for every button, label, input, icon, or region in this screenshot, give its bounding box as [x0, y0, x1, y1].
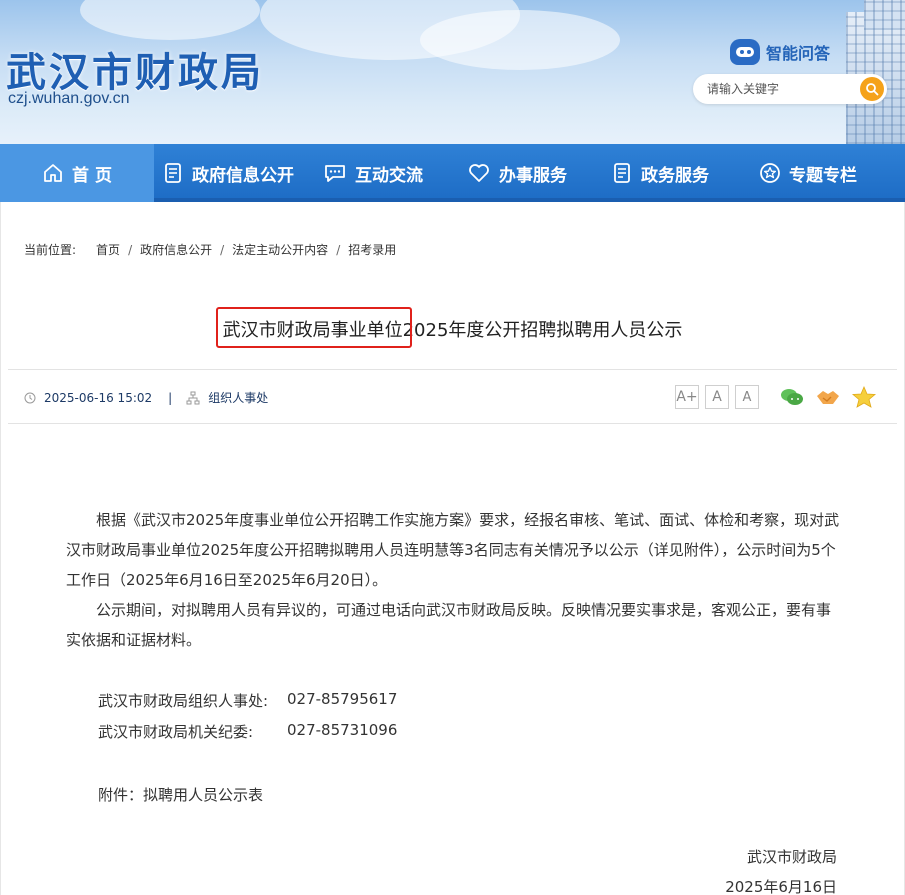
breadcrumb-prefix: 当前位置: [24, 243, 77, 257]
font-size-label: A+ [676, 389, 698, 405]
breadcrumb-separator: / [220, 242, 225, 257]
contact-label: 武汉市财政局机关纪委: [98, 723, 254, 741]
font-size-decrease-button[interactable]: A [735, 385, 759, 409]
nav-label: 专题专栏 [789, 165, 857, 186]
document-icon [614, 163, 630, 183]
publish-date: 2025-06-16 15:02 [44, 390, 153, 405]
org-chart-icon [186, 391, 200, 404]
header-cloud [420, 10, 620, 70]
nav-label: 互动交流 [355, 165, 423, 186]
favorite-star-icon[interactable] [851, 386, 877, 408]
clock-icon [24, 392, 36, 403]
nav-item-services[interactable]: 办事服务 [467, 144, 567, 202]
nav-label: 首 页 [72, 165, 112, 186]
search-button[interactable] [860, 77, 884, 101]
site-domain: czj.wuhan.gov.cn [8, 90, 130, 107]
breadcrumb-separator: / [336, 242, 341, 257]
nav-label: 办事服务 [499, 165, 567, 186]
search-box [693, 74, 887, 104]
attachment-link[interactable]: 附件：拟聘用人员公示表 [98, 784, 263, 805]
publish-department: 组织人事处 [208, 391, 269, 405]
home-icon [44, 164, 62, 182]
article-paragraph: 根据《武汉市2025年度事业单位公开招聘工作实施方案》要求，经报名审核、笔试、面… [66, 511, 840, 589]
article-paragraph: 公示期间，对拟聘用人员有异议的，可通过电话向武汉市财政局反映。反映情况要实事求是… [66, 601, 832, 649]
nav-item-gov-services[interactable]: 政务服务 [611, 144, 709, 202]
font-size-label: A [742, 389, 752, 405]
site-header: 武汉市财政局 czj.wuhan.gov.cn 智能问答 [0, 0, 905, 144]
robot-icon [730, 39, 760, 65]
breadcrumb-item-gov-info[interactable]: 政府信息公开 [140, 241, 212, 258]
header-building [864, 0, 905, 30]
breadcrumb-item-statutory[interactable]: 法定主动公开内容 [232, 241, 328, 258]
nav-item-home[interactable]: 首 页 [0, 144, 154, 202]
nav-item-topics[interactable]: 专题专栏 [759, 144, 857, 202]
article-meta: 2025-06-16 15:02 | 组织人事处 [24, 389, 268, 406]
nav-label: 政府信息公开 [192, 165, 294, 186]
contact-label: 武汉市财政局组织人事处: [98, 692, 269, 710]
contact-line: 武汉市财政局机关纪委: 027-85731096 [98, 721, 397, 742]
breadcrumb-item-home[interactable]: 首页 [96, 241, 120, 258]
nav-item-interaction[interactable]: 互动交流 [323, 144, 423, 202]
search-input[interactable] [707, 80, 847, 98]
article-body: 根据《武汉市2025年度事业单位公开招聘工作实施方案》要求，经报名审核、笔试、面… [66, 505, 842, 655]
contact-phone: 027-85731096 [287, 721, 398, 739]
signature-date: 2025年6月16日 [725, 878, 837, 895]
contact-line: 武汉市财政局组织人事处: 027-85795617 [98, 690, 397, 711]
document-icon [165, 163, 181, 183]
star-icon [760, 163, 780, 183]
nav-item-gov-info[interactable]: 政府信息公开 [162, 144, 294, 202]
divider [8, 423, 897, 424]
font-size-increase-button[interactable]: A+ [675, 385, 699, 409]
font-size-default-button[interactable]: A [705, 385, 729, 409]
search-icon [866, 83, 879, 96]
signature: 武汉市财政局 [746, 848, 837, 866]
nav-label: 政务服务 [641, 165, 709, 186]
contact-phone: 027-85795617 [287, 690, 398, 708]
main-nav: 首 页 政府信息公开 互动交流 办事服务 政务服务 专题专栏 [0, 144, 905, 202]
meta-separator: | [168, 390, 173, 405]
header-cloud [80, 0, 260, 40]
ai-assistant-label: 智能问答 [766, 44, 831, 63]
handshake-share-icon[interactable] [815, 386, 841, 408]
breadcrumb: 当前位置: 首页 / 政府信息公开 / 法定主动公开内容 / 招考录用 [24, 241, 396, 258]
article-title: 武汉市财政局事业单位2025年度公开招聘拟聘用人员公示 [222, 320, 683, 341]
highlight-box [216, 307, 412, 348]
wechat-share-icon[interactable] [779, 386, 805, 408]
font-size-label: A [712, 389, 722, 405]
divider [8, 369, 897, 370]
ai-assistant-button[interactable]: 智能问答 [730, 38, 830, 66]
heart-icon [469, 164, 489, 182]
breadcrumb-item-recruitment[interactable]: 招考录用 [348, 241, 396, 258]
chat-icon [325, 165, 345, 182]
breadcrumb-separator: / [128, 242, 133, 257]
